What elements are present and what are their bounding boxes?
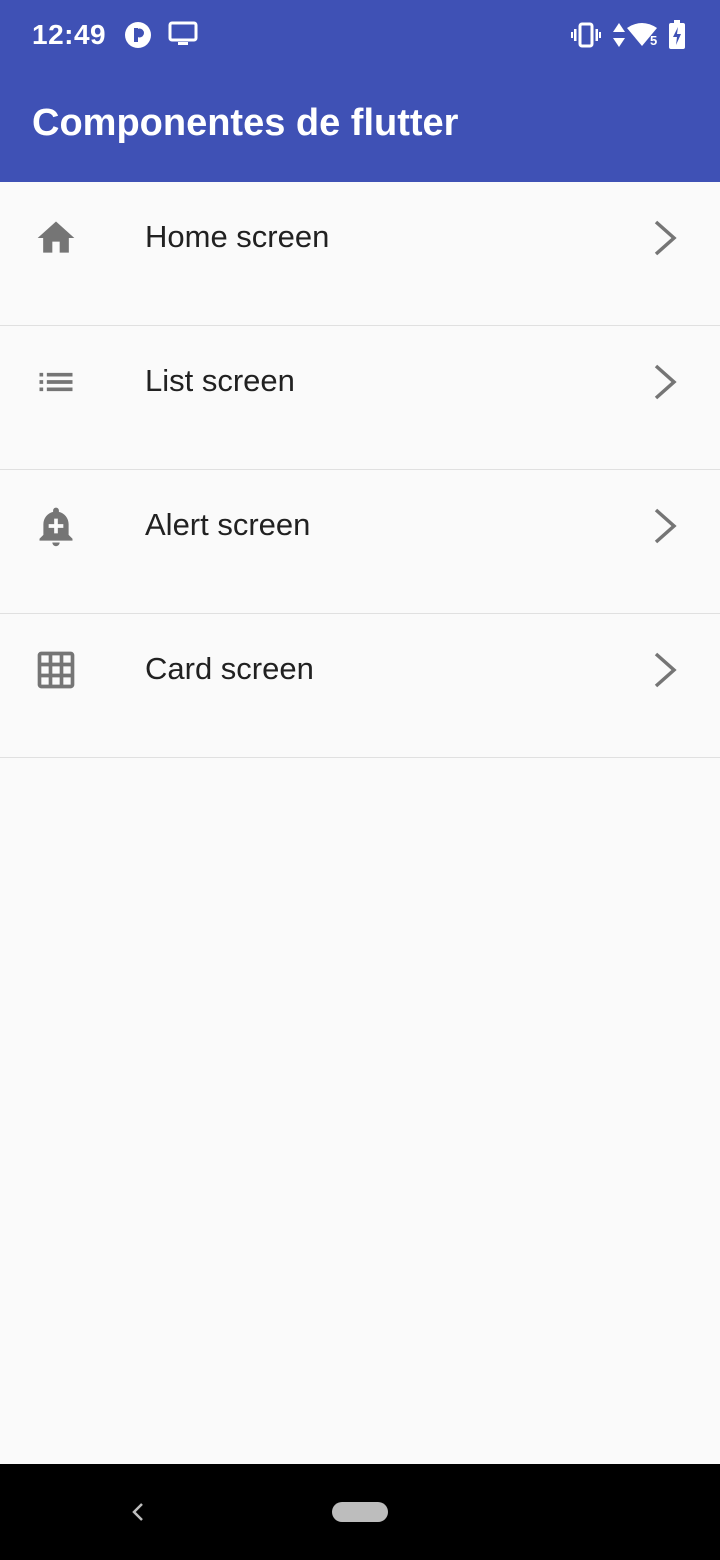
battery-charging-icon [669, 20, 685, 49]
app-bar: Componentes de flutter [0, 72, 720, 182]
data-arrows-icon [613, 23, 625, 47]
add-alert-icon [39, 507, 73, 547]
status-bar: 12:49 5 [0, 0, 720, 72]
wifi-badge: 5 [650, 33, 658, 48]
list-item-alert-screen[interactable]: Alert screen [0, 470, 720, 614]
back-icon[interactable] [128, 1498, 148, 1526]
pocket-casts-icon [125, 22, 151, 48]
home-pill-icon[interactable] [332, 1502, 388, 1522]
list-item-label: Home screen [145, 219, 330, 254]
page-title: Componentes de flutter [32, 102, 459, 144]
chevron-right-icon [654, 220, 677, 256]
vibrate-icon [571, 22, 601, 48]
component-list: Home screen List screen Alert screen Car… [0, 182, 720, 758]
cast-screen-icon [168, 21, 198, 45]
grid-icon [37, 651, 75, 689]
list-icon [39, 372, 73, 392]
system-nav-bar [0, 1464, 720, 1560]
chevron-right-icon [654, 652, 677, 688]
chevron-right-icon [654, 364, 677, 400]
chevron-right-icon [654, 508, 677, 544]
home-icon [37, 221, 75, 253]
list-item-card-screen[interactable]: Card screen [0, 614, 720, 758]
list-item-label: Card screen [145, 651, 314, 686]
list-item-home-screen[interactable]: Home screen [0, 182, 720, 326]
status-time: 12:49 [32, 19, 107, 50]
list-item-label: List screen [145, 363, 295, 398]
list-item-list-screen[interactable]: List screen [0, 326, 720, 470]
list-item-label: Alert screen [145, 507, 311, 542]
